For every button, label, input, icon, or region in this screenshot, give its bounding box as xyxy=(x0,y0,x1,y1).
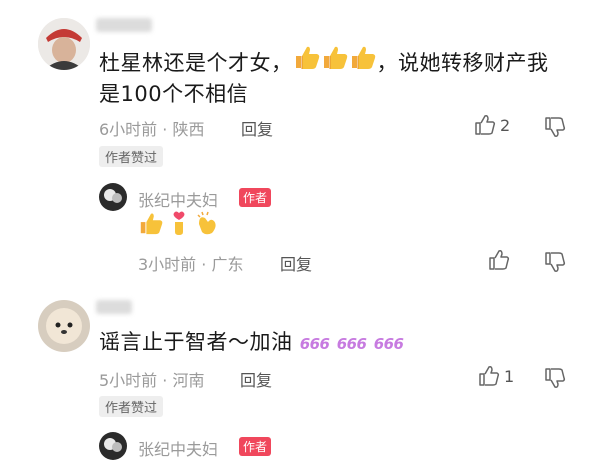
emoji-666: 666 xyxy=(373,335,404,353)
like-count: 1 xyxy=(504,366,515,386)
comment-time-location: 6小时前 · 陕西 xyxy=(99,120,205,139)
thumbs-down-outline-icon xyxy=(545,368,566,388)
username-blurred[interactable] xyxy=(96,18,152,32)
comment-text-line1: 杜星林还是个才女， ，说她转移财产我 xyxy=(99,44,549,79)
reply-button[interactable]: 回复 xyxy=(280,251,312,275)
like-button[interactable]: 1 xyxy=(478,365,514,387)
comment-text: 谣言止于智者～加油 666 666 666 xyxy=(99,326,404,360)
reply-button[interactable]: 回复 xyxy=(240,367,272,391)
thumbs-up-icon xyxy=(138,210,164,240)
thumbs-up-icon xyxy=(293,44,321,79)
thumbs-up-outline-icon xyxy=(489,250,510,270)
thumbs-down-outline-icon xyxy=(545,252,566,272)
reply-avatar[interactable] xyxy=(99,183,127,211)
emoji-666: 666 xyxy=(336,335,367,353)
reply-username[interactable]: 张纪中夫妇 xyxy=(138,187,218,211)
like-button[interactable]: 2 xyxy=(474,114,510,136)
thumbs-up-icon xyxy=(321,44,349,79)
reply-avatar[interactable] xyxy=(99,432,127,460)
dislike-button[interactable] xyxy=(544,251,566,277)
thumbs-up-icon xyxy=(349,44,377,79)
avatar[interactable] xyxy=(38,18,90,70)
comment-text-part: 谣言止于智者～加油 xyxy=(99,330,293,354)
like-button[interactable] xyxy=(488,249,510,275)
comment-text-line2: 是100个不相信 xyxy=(99,82,249,106)
comment-text-part: ，说她转移财产我 xyxy=(376,51,549,75)
username-blurred[interactable] xyxy=(96,300,132,314)
avatar-image xyxy=(38,18,90,70)
clapping-hands-icon xyxy=(194,210,220,240)
dislike-button[interactable] xyxy=(544,116,566,142)
comment-text-part: 杜星林还是个才女， xyxy=(99,51,293,75)
thumbs-up-outline-icon xyxy=(475,115,496,135)
reply-button[interactable]: 回复 xyxy=(241,116,273,140)
avatar-image xyxy=(99,432,127,460)
dislike-button[interactable] xyxy=(544,367,566,393)
author-badge: 作者 xyxy=(239,437,272,456)
author-liked-tag: 作者赞过 xyxy=(99,396,164,417)
avatar-image xyxy=(99,183,127,211)
reply-time-location: 3小时前 · 广东 xyxy=(138,255,244,274)
reply-username[interactable]: 张纪中夫妇 xyxy=(138,436,218,460)
thumbs-up-outline-icon xyxy=(479,366,500,386)
reply-emojis xyxy=(138,210,220,240)
author-liked-tag: 作者赞过 xyxy=(99,146,164,167)
finger-heart-icon xyxy=(166,210,192,240)
avatar-image xyxy=(38,300,90,352)
avatar[interactable] xyxy=(38,300,90,352)
emoji-666: 666 xyxy=(299,335,330,353)
comment-time-location: 5小时前 · 河南 xyxy=(99,371,205,390)
thumbs-down-outline-icon xyxy=(545,117,566,137)
like-count: 2 xyxy=(500,115,511,135)
author-badge: 作者 xyxy=(239,188,272,207)
